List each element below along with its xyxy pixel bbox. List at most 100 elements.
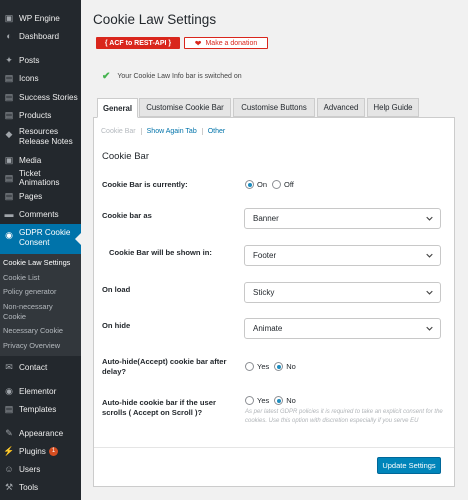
radio-no-control[interactable]: [274, 396, 284, 405]
tab-customise-cookie-bar[interactable]: Customise Cookie Bar: [139, 98, 231, 117]
select-value: Sticky: [253, 288, 275, 297]
sidebar-item-label: Pages: [19, 191, 43, 201]
radio-yes-label: Yes: [257, 362, 270, 371]
sidebar-item-tools[interactable]: ⚒ Tools: [0, 481, 81, 493]
sidebar-item-icons[interactable]: ▤ Icons: [0, 72, 81, 84]
subnav-show-again-tab[interactable]: Show Again Tab: [147, 128, 203, 135]
tab-advanced[interactable]: Advanced: [317, 98, 365, 117]
tab-general[interactable]: General: [97, 98, 138, 118]
sub-navigation: Cookie Bar Show Again Tab Other: [101, 128, 235, 135]
radio-yes-label: Yes: [257, 396, 270, 405]
radio-yes-control[interactable]: [245, 362, 254, 371]
radio-no-control[interactable]: [274, 362, 284, 371]
sidebar-item-media[interactable]: ▣ Media: [0, 154, 81, 166]
tab-help-guide[interactable]: Help Guide: [367, 98, 419, 117]
status-notice: ✔ Your Cookie Law Info bar is switched o…: [102, 71, 242, 82]
radio-yes[interactable]: Yes: [245, 396, 269, 405]
on-hide-select[interactable]: Animate: [244, 318, 441, 339]
footer-divider: [94, 447, 454, 448]
radio-off-control[interactable]: [272, 180, 282, 189]
dashboard-icon: ◐: [6, 31, 12, 41]
sidebar-submenu: Cookie Law Settings Cookie List Policy g…: [0, 254, 81, 356]
sidebar-item-users[interactable]: ☺ Users: [0, 463, 81, 475]
radio-yes-control[interactable]: [245, 396, 254, 405]
submenu-non-necessary-cookie[interactable]: Non-necessary Cookie: [3, 302, 73, 322]
sidebar-item-comments[interactable]: ▬ Comments: [0, 208, 81, 220]
sidebar-item-posts[interactable]: ✦ Posts: [0, 54, 81, 66]
cookie-bar-status-label: Cookie Bar is currently:: [102, 180, 188, 189]
checkmark-icon: ✔: [102, 71, 111, 82]
templates-icon: ▤: [4, 403, 14, 414]
radio-on[interactable]: On: [245, 180, 267, 189]
radio-on-control[interactable]: [245, 180, 254, 189]
cookie-bar-as-select[interactable]: Banner: [244, 208, 441, 229]
submenu-policy-generator[interactable]: Policy generator: [3, 287, 56, 297]
sidebar-item-label: Templates: [19, 404, 57, 414]
sidebar-item-plugins[interactable]: ⚡ Plugins 1: [0, 445, 81, 457]
on-load-label: On load: [102, 285, 131, 294]
sidebar-item-label: Success Stories: [19, 92, 78, 102]
sidebar-item-label: Ticket Animations: [19, 169, 60, 187]
acf-rest-api-button[interactable]: { ACF to REST-API }: [96, 37, 180, 49]
tools-icon: ⚒: [4, 481, 14, 492]
subnav-cookie-bar[interactable]: Cookie Bar: [101, 128, 142, 135]
chevron-down-icon: [426, 290, 433, 295]
shown-in-select[interactable]: Footer: [244, 245, 441, 266]
sidebar-item-resources-release-notes[interactable]: ◆ Resources Release Notes: [0, 127, 81, 149]
on-load-select[interactable]: Sticky: [244, 282, 441, 303]
radio-no-label: No: [286, 362, 296, 371]
sidebar-item-dashboard[interactable]: ◐ Dashboard: [0, 30, 81, 42]
radio-on-label: On: [257, 180, 268, 189]
sidebar-item-wp-engine[interactable]: ▣ WP Engine: [0, 12, 81, 24]
sidebar-item-label: Comments: [19, 209, 59, 219]
sidebar-item-contact[interactable]: ✉ Contact: [0, 361, 81, 373]
radio-no[interactable]: No: [274, 396, 296, 405]
tab-customise-buttons[interactable]: Customise Buttons: [233, 98, 315, 117]
update-settings-button[interactable]: Update Settings: [377, 457, 441, 474]
cookie-icon: ◉: [5, 230, 13, 240]
sidebar-item-templates[interactable]: ▤ Templates: [0, 403, 81, 415]
chevron-down-icon: [426, 216, 433, 221]
contact-icon: ✉: [5, 361, 13, 372]
chevron-down-icon: [426, 326, 433, 331]
sidebar-item-appearance[interactable]: ✎ Appearance: [0, 427, 81, 439]
sidebar-item-pages[interactable]: ▤ Pages: [0, 190, 81, 202]
appearance-icon: ✎: [5, 427, 13, 438]
donate-label: Make a donation: [205, 39, 258, 47]
sidebar-item-label: WP Engine: [19, 13, 60, 23]
elementor-icon: ◉: [5, 385, 13, 396]
radio-no[interactable]: No: [274, 362, 296, 371]
sidebar-item-label: Media: [19, 155, 42, 165]
radio-off-label: Off: [284, 180, 294, 189]
sidebar-item-label: Dashboard: [19, 31, 60, 41]
wordpress-icon: ▣: [4, 12, 14, 23]
auto-hide-scroll-label: Auto-hide cookie bar if the user scrolls…: [102, 398, 216, 417]
ticket-icon: ▤: [4, 172, 14, 183]
sidebar-item-label: Appearance: [19, 428, 64, 438]
sidebar-item-elementor[interactable]: ◉ Elementor: [0, 385, 81, 397]
sidebar-item-active-row: ◉ GDPR Cookie Consent: [0, 228, 81, 250]
sidebar-item-ticket-animations[interactable]: ▤ Ticket Animations: [0, 169, 81, 187]
submenu-cookie-list[interactable]: Cookie List: [3, 273, 40, 283]
pages-icon: ▤: [4, 190, 14, 201]
sidebar-item-label: Plugins: [19, 446, 46, 456]
select-value: Animate: [253, 324, 283, 333]
cookie-bar-status-radios: On Off: [245, 180, 299, 189]
donate-button[interactable]: ❤ Make a donation: [184, 37, 268, 49]
on-hide-label: On hide: [102, 321, 131, 330]
gdpr-help-text: As per latest GDPR policies it is requir…: [245, 409, 443, 424]
radio-off[interactable]: Off: [272, 180, 294, 189]
sidebar-item-products[interactable]: ▤ Products: [0, 109, 81, 121]
sidebar-item-label: Elementor: [19, 386, 57, 396]
sidebar-item-success-stories[interactable]: ▤ Success Stories: [0, 91, 81, 103]
sidebar-item-label: Contact: [19, 362, 48, 372]
products-icon: ▤: [4, 109, 14, 120]
select-value: Footer: [253, 251, 277, 260]
radio-yes[interactable]: Yes: [245, 362, 269, 371]
submenu-necessary-cookie[interactable]: Necessary Cookie: [3, 326, 63, 336]
auto-hide-scroll-radios: Yes No: [245, 396, 301, 405]
subnav-other[interactable]: Other: [208, 128, 231, 135]
submenu-privacy-overview[interactable]: Privacy Overview: [3, 341, 60, 351]
sidebar-item-gdpr-cookie-consent[interactable]: ◉ GDPR Cookie Consent: [0, 224, 81, 254]
submenu-cookie-law-settings[interactable]: Cookie Law Settings: [3, 258, 70, 268]
